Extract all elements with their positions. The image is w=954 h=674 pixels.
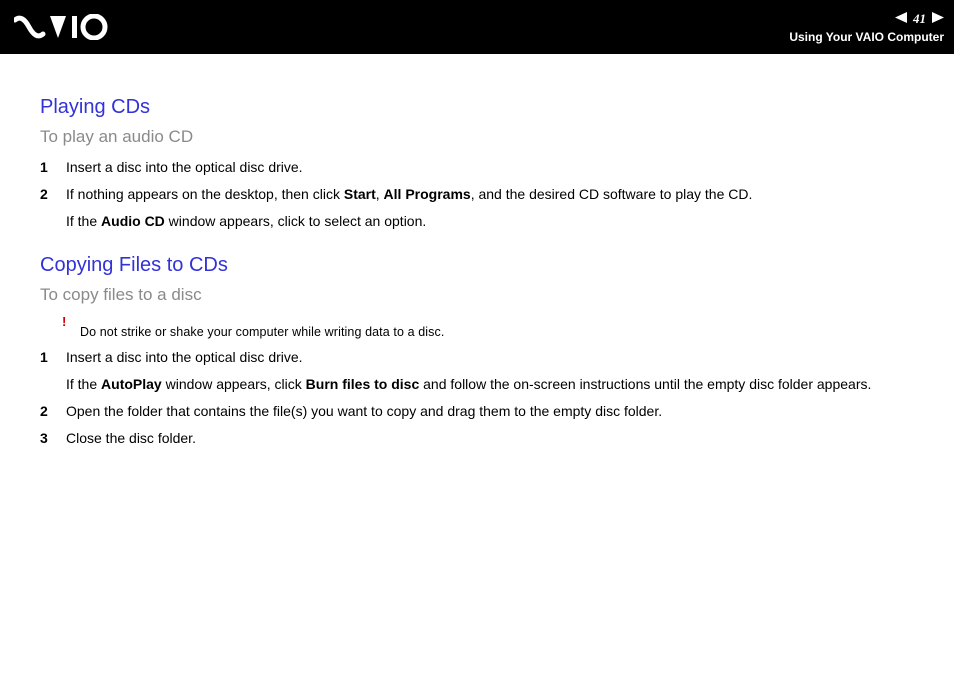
step-number: 1 (40, 157, 66, 178)
section-title: Using Your VAIO Computer (789, 30, 944, 44)
prev-page-icon[interactable] (895, 10, 907, 28)
list-item: 3 Close the disc folder. (40, 428, 914, 449)
list-item: 1 Insert a disc into the optical disc dr… (40, 157, 914, 178)
vaio-logo-svg (14, 14, 124, 40)
page-number: 41 (913, 11, 926, 27)
heading-playing-cds: Playing CDs (40, 96, 914, 119)
page-header: 41 Using Your VAIO Computer (0, 0, 954, 54)
step-number: 2 (40, 184, 66, 205)
step-number: 2 (40, 401, 66, 422)
copying-steps: 1 Insert a disc into the optical disc dr… (40, 347, 914, 449)
step-number: 1 (40, 347, 66, 368)
subheading-copy-files: To copy files to a disc (40, 285, 914, 305)
step-number: 3 (40, 428, 66, 449)
vaio-logo (14, 14, 124, 40)
step-text: If nothing appears on the desktop, then … (66, 184, 914, 232)
warning-row: ! Do not strike or shake your computer w… (62, 315, 914, 339)
step-text: Close the disc folder. (66, 428, 914, 449)
heading-copying-cds: Copying Files to CDs (40, 254, 914, 277)
warning-text: Do not strike or shake your computer whi… (80, 325, 444, 339)
page-content: Playing CDs To play an audio CD 1 Insert… (0, 54, 954, 475)
list-item: 2 If nothing appears on the desktop, the… (40, 184, 914, 232)
header-nav: 41 Using Your VAIO Computer (789, 10, 944, 44)
step-text: Open the folder that contains the file(s… (66, 401, 914, 422)
next-page-icon[interactable] (932, 10, 944, 28)
playing-steps: 1 Insert a disc into the optical disc dr… (40, 157, 914, 232)
list-item: 2 Open the folder that contains the file… (40, 401, 914, 422)
warning-icon: ! (62, 315, 80, 328)
step-text: Insert a disc into the optical disc driv… (66, 347, 914, 395)
list-item: 1 Insert a disc into the optical disc dr… (40, 347, 914, 395)
subheading-play-audio: To play an audio CD (40, 127, 914, 147)
step-text: Insert a disc into the optical disc driv… (66, 157, 914, 178)
